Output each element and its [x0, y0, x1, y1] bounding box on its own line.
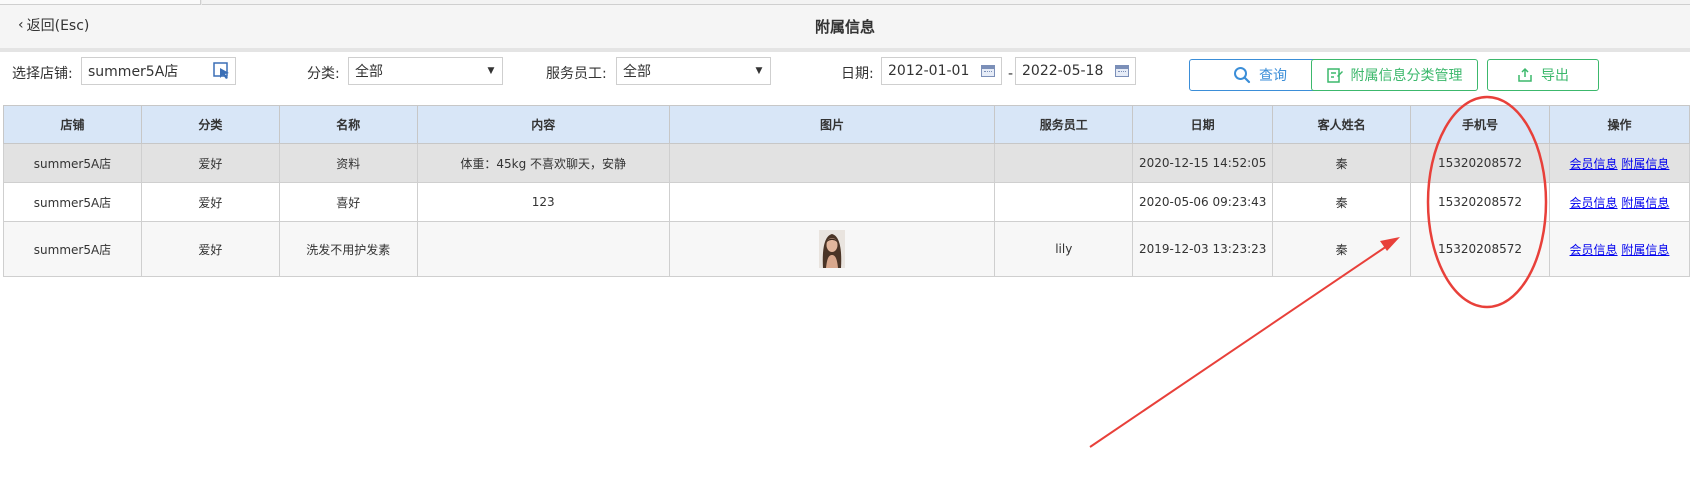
category-label: 分类: [307, 66, 340, 82]
column-header-image[interactable]: 图片 [668, 105, 996, 144]
cell-image [668, 221, 996, 277]
cell-phone: 15320208572 [1410, 182, 1550, 222]
attachment-info-link[interactable]: 附属信息 [1621, 196, 1669, 210]
staff-select-value: 全部 [623, 64, 651, 80]
store-label: 选择店铺: [12, 66, 73, 82]
category-select-value: 全部 [355, 64, 383, 80]
table-row[interactable]: summer5A店 爱好 洗发不用护发素 lily 2019-12-03 13:… [3, 221, 1690, 277]
filter-toolbar: 选择店铺: summer5A店 分类: 全部 ▼ 服务员工: 全部 ▼ 日期: … [0, 52, 1690, 102]
date-separator: - [1008, 66, 1014, 82]
cell-image [668, 182, 996, 222]
member-info-link[interactable]: 会员信息 [1570, 243, 1618, 257]
cell-name: 喜好 [278, 182, 418, 222]
cell-staff [994, 143, 1134, 183]
attachment-info-table: 店铺 分类 名称 内容 图片 服务员工 日期 客人姓名 手机号 操作 summe… [3, 105, 1690, 277]
query-button[interactable]: 查询 [1189, 59, 1331, 91]
calendar-icon[interactable] [981, 65, 995, 77]
cell-content [416, 221, 670, 277]
table-row[interactable]: summer5A店 爱好 喜好 123 2020-05-06 09:23:43 … [3, 182, 1690, 222]
date-from-input[interactable]: 2012-01-01 [881, 57, 1002, 85]
column-header-actions[interactable]: 操作 [1548, 105, 1690, 144]
date-from-value: 2012-01-01 [888, 63, 970, 79]
column-header-guest[interactable]: 客人姓名 [1272, 105, 1412, 144]
cell-staff [994, 182, 1134, 222]
cell-category: 爱好 [140, 182, 280, 222]
cell-name: 洗发不用护发素 [278, 221, 418, 277]
dropdown-arrow-icon: ▼ [487, 66, 495, 76]
dropdown-arrow-icon: ▼ [755, 66, 763, 76]
column-header-phone[interactable]: 手机号 [1410, 105, 1550, 144]
table-row[interactable]: summer5A店 爱好 资料 体重：45kg 不喜欢聊天，安静 2020-12… [3, 143, 1690, 183]
attachment-info-link[interactable]: 附属信息 [1621, 157, 1669, 171]
cell-content: 123 [416, 182, 670, 222]
cell-actions: 会员信息 附属信息 [1548, 221, 1690, 277]
category-select[interactable]: 全部 ▼ [348, 57, 503, 85]
search-icon [1234, 67, 1251, 84]
cell-actions: 会员信息 附属信息 [1548, 182, 1690, 222]
date-to-input[interactable]: 2022-05-18 [1015, 57, 1136, 85]
cell-staff: lily [994, 221, 1134, 277]
column-header-store[interactable]: 店铺 [3, 105, 142, 144]
page-header: ‹ 返回(Esc) 附属信息 [0, 5, 1690, 48]
store-picker[interactable]: summer5A店 [81, 57, 236, 85]
staff-select[interactable]: 全部 ▼ [616, 57, 771, 85]
cell-store: summer5A店 [3, 143, 142, 183]
page-title: 附属信息 [814, 18, 875, 36]
category-manage-button[interactable]: 附属信息分类管理 [1311, 59, 1478, 91]
member-info-link[interactable]: 会员信息 [1570, 196, 1618, 210]
cell-category: 爱好 [140, 143, 280, 183]
cell-phone: 15320208572 [1410, 143, 1550, 183]
export-button[interactable]: 导出 [1487, 59, 1599, 91]
export-button-label: 导出 [1541, 68, 1569, 84]
attachment-info-link[interactable]: 附属信息 [1621, 243, 1669, 257]
edit-list-icon [1326, 68, 1343, 83]
calendar-icon[interactable] [1115, 65, 1129, 77]
cell-date: 2020-12-15 14:52:05 [1132, 143, 1274, 183]
date-label: 日期: [841, 66, 874, 82]
cell-store: summer5A店 [3, 221, 142, 277]
cell-category: 爱好 [140, 221, 280, 277]
column-header-content[interactable]: 内容 [416, 105, 670, 144]
cell-image [668, 143, 996, 183]
cell-content: 体重：45kg 不喜欢聊天，安静 [416, 143, 670, 183]
column-header-date[interactable]: 日期 [1132, 105, 1274, 144]
query-button-label: 查询 [1259, 68, 1287, 84]
category-manage-button-label: 附属信息分类管理 [1350, 68, 1463, 84]
cell-actions: 会员信息 附属信息 [1548, 143, 1690, 183]
column-header-category[interactable]: 分类 [140, 105, 280, 144]
export-icon [1518, 67, 1532, 82]
cursor-pick-icon[interactable] [213, 62, 231, 80]
cell-date: 2020-05-06 09:23:43 [1132, 182, 1274, 222]
table-header-row: 店铺 分类 名称 内容 图片 服务员工 日期 客人姓名 手机号 操作 [3, 105, 1690, 144]
staff-label: 服务员工: [546, 66, 607, 82]
cell-date: 2019-12-03 13:23:23 [1132, 221, 1274, 277]
column-header-staff[interactable]: 服务员工 [994, 105, 1134, 144]
member-info-link[interactable]: 会员信息 [1570, 157, 1618, 171]
cell-guest: 秦 [1272, 143, 1412, 183]
cell-name: 资料 [278, 143, 418, 183]
cell-guest: 秦 [1272, 221, 1412, 277]
portrait-thumbnail[interactable] [818, 230, 845, 268]
column-header-name[interactable]: 名称 [278, 105, 418, 144]
date-to-value: 2022-05-18 [1022, 63, 1104, 79]
store-picker-value: summer5A店 [88, 64, 179, 80]
cell-phone: 15320208572 [1410, 221, 1550, 277]
cell-store: summer5A店 [3, 182, 142, 222]
cell-guest: 秦 [1272, 182, 1412, 222]
